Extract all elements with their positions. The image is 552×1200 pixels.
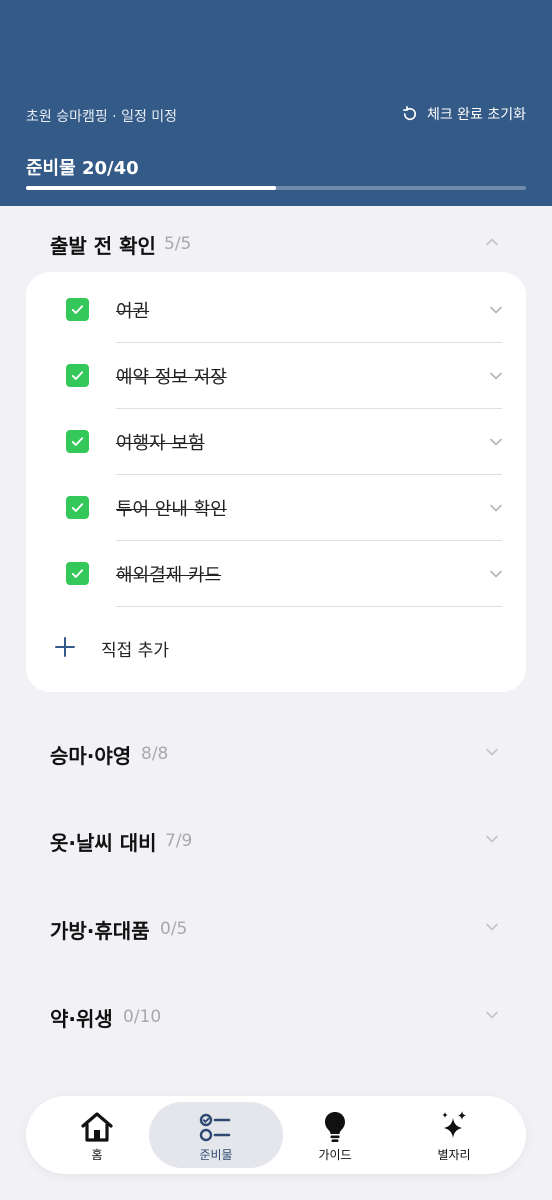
trip-title: 초원 승마캠핑 · 일정 미정 — [26, 109, 178, 125]
checklist-item[interactable]: 여행자 보험 — [26, 409, 526, 475]
chevron-down-icon[interactable] — [488, 566, 504, 582]
checkbox-checked[interactable] — [66, 298, 89, 321]
section-title: 출발 전 확인 — [50, 234, 156, 258]
sparkles-icon — [442, 1111, 466, 1138]
divider — [116, 606, 502, 607]
item-label: 여행자 보험 — [116, 433, 205, 454]
progress-fill — [26, 186, 276, 190]
nav-label: 홈 — [91, 1148, 103, 1162]
section-header-riding-camping[interactable]: 승마·야영 8/8 — [0, 722, 552, 782]
section-title: 승마·야영 — [50, 744, 132, 768]
section-header-bags[interactable]: 가방·휴대품 0/5 — [0, 897, 552, 957]
checkbox-checked[interactable] — [66, 430, 89, 453]
item-label: 투어 안내 확인 — [116, 499, 227, 520]
bottom-nav: 홈 준비물 가이드 별자리 — [26, 1096, 526, 1174]
section-header-medicine-hygiene[interactable]: 약·위생 0/10 — [0, 985, 552, 1045]
add-item-label: 직접 추가 — [101, 641, 169, 661]
checklist-item[interactable]: 투어 안내 확인 — [26, 475, 526, 541]
chevron-down-icon[interactable] — [488, 500, 504, 516]
checklist-item[interactable]: 해외결제 카드 — [26, 541, 526, 607]
checkbox-checked[interactable] — [66, 562, 89, 585]
checkbox-checked[interactable] — [66, 364, 89, 387]
checklist-item[interactable]: 여권 — [26, 277, 526, 343]
checkmark-icon — [71, 305, 84, 314]
chevron-down-icon — [486, 835, 498, 843]
item-label: 예약 정보 저장 — [116, 367, 227, 388]
nav-label: 별자리 — [437, 1148, 471, 1162]
item-label: 여권 — [116, 301, 150, 322]
nav-label: 가이드 — [318, 1148, 352, 1162]
section-title: 약·위생 — [50, 1007, 113, 1031]
section-count: 0/5 — [160, 919, 188, 939]
section-count: 8/8 — [141, 744, 169, 764]
lightbulb-icon — [325, 1112, 345, 1142]
section-count: 7/9 — [165, 831, 193, 851]
progress-label: 준비물 20/40 — [26, 158, 139, 179]
reset-label: 체크 완료 초기화 — [426, 107, 526, 123]
checklist-item[interactable]: 예약 정보 저장 — [26, 343, 526, 409]
checkmark-icon — [71, 503, 84, 512]
checkbox-checked[interactable] — [66, 496, 89, 519]
reset-checks-button[interactable]: 체크 완료 초기화 — [401, 104, 526, 124]
section-count: 0/10 — [123, 1007, 162, 1027]
add-item-button[interactable]: 직접 추가 — [26, 624, 526, 672]
chevron-up-icon — [486, 238, 498, 246]
header: 초원 승마캠핑 · 일정 미정 체크 완료 초기화 준비물 20/40 — [0, 0, 552, 206]
home-icon — [81, 1112, 113, 1142]
nav-constellation[interactable]: 별자리 — [387, 1102, 521, 1168]
checkmark-icon — [71, 437, 84, 446]
chevron-down-icon — [486, 1011, 498, 1019]
chevron-down-icon — [486, 748, 498, 756]
checkmark-icon — [71, 371, 84, 380]
nav-home[interactable]: 홈 — [30, 1102, 164, 1168]
chevron-down-icon[interactable] — [488, 302, 504, 318]
nav-checklist[interactable]: 준비물 — [149, 1102, 283, 1168]
chevron-down-icon[interactable] — [488, 368, 504, 384]
plus-icon — [55, 637, 75, 657]
section-header-departure[interactable]: 출발 전 확인 5/5 — [0, 212, 552, 272]
progress-bar — [26, 186, 526, 190]
section-title: 가방·휴대품 — [50, 919, 150, 943]
chevron-down-icon — [486, 923, 498, 931]
checkmark-icon — [71, 569, 84, 578]
section-header-clothes-weather[interactable]: 옷·날씨 대비 7/9 — [0, 809, 552, 869]
section-title: 옷·날씨 대비 — [50, 831, 157, 855]
nav-label: 준비물 — [199, 1148, 233, 1162]
item-label: 해외결제 카드 — [116, 565, 222, 586]
checklist-card: 여권 예약 정보 저장 여행자 보험 투어 안내 확인 해외결제 카드 직접 추… — [26, 272, 526, 692]
nav-guide[interactable]: 가이드 — [268, 1102, 402, 1168]
reset-icon — [402, 106, 416, 121]
checklist-icon — [199, 1113, 231, 1142]
chevron-down-icon[interactable] — [488, 434, 504, 450]
section-count: 5/5 — [164, 234, 192, 254]
